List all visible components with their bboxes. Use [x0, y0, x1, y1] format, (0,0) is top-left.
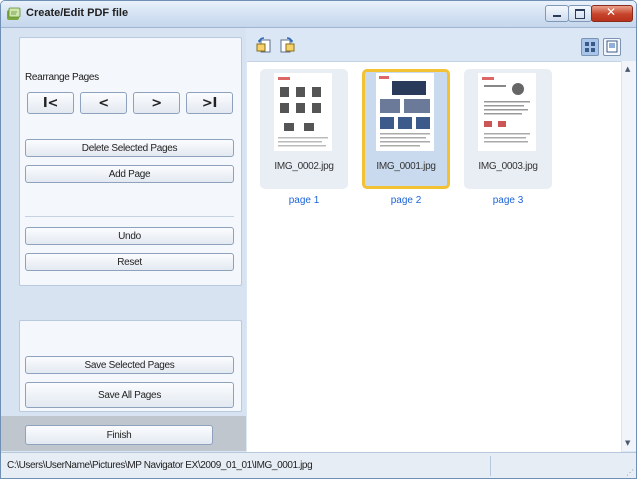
page-filename: IMG_0001.jpg	[376, 161, 436, 172]
page-thumbnail-selected[interactable]: IMG_0001.jpg	[362, 69, 450, 189]
move-to-last-button[interactable]: >I	[186, 92, 233, 114]
page-thumbnail[interactable]: IMG_0003.jpg	[464, 69, 552, 189]
pdf-app-icon	[7, 7, 21, 20]
separator	[25, 216, 234, 217]
delete-selected-pages-button[interactable]: Delete Selected Pages	[25, 139, 234, 157]
close-icon: ✕	[606, 5, 617, 19]
thumbnail-view-button[interactable]	[581, 38, 599, 56]
status-bar: C:\Users\UserName\Pictures\MP Navigator …	[1, 452, 636, 478]
save-selected-pages-button[interactable]: Save Selected Pages	[25, 356, 234, 374]
undo-button[interactable]: Undo	[25, 227, 234, 245]
page-preview	[478, 73, 536, 151]
reset-button[interactable]: Reset	[25, 253, 234, 271]
toolbar	[246, 28, 636, 62]
resize-grip-icon[interactable]: ⋰	[626, 468, 634, 477]
move-to-first-button[interactable]: I<	[27, 92, 74, 114]
close-button[interactable]: ✕	[591, 5, 633, 22]
add-page-button[interactable]: Add Page	[25, 165, 234, 183]
minimize-icon	[553, 15, 561, 17]
page-thumbnail[interactable]: IMG_0002.jpg	[260, 69, 348, 189]
scroll-down-icon[interactable]: ▼	[625, 439, 630, 447]
maximize-icon	[575, 9, 585, 19]
single-page-view-button[interactable]	[603, 38, 621, 56]
move-left-button[interactable]: <	[80, 92, 127, 114]
rotate-left-icon[interactable]	[255, 36, 273, 54]
rotate-right-icon[interactable]	[278, 36, 296, 54]
page-label: page 2	[390, 195, 422, 206]
vertical-scrollbar[interactable]: ▲ ▼	[621, 61, 636, 451]
page-preview	[274, 73, 332, 151]
minimize-button[interactable]	[545, 5, 569, 22]
move-right-button[interactable]: >	[133, 92, 180, 114]
rearrange-label: Rearrange Pages	[25, 72, 99, 83]
finish-button[interactable]: Finish	[25, 425, 213, 445]
maximize-button[interactable]	[568, 5, 592, 22]
pdf-editor-window: Create/Edit PDF file ✕ Rearrange Pages I…	[0, 0, 637, 479]
page-label: page 1	[288, 195, 320, 206]
window-title: Create/Edit PDF file	[26, 7, 129, 19]
page-filename: IMG_0003.jpg	[478, 161, 538, 172]
scroll-up-icon[interactable]: ▲	[625, 65, 630, 73]
status-file-path: C:\Users\UserName\Pictures\MP Navigator …	[7, 460, 313, 471]
page-preview	[376, 73, 434, 151]
page-filename: IMG_0002.jpg	[274, 161, 334, 172]
page-label: page 3	[492, 195, 524, 206]
single-page-view-icon	[606, 40, 618, 53]
title-bar[interactable]: Create/Edit PDF file ✕	[1, 1, 636, 28]
thumbnail-view-icon	[585, 42, 595, 52]
status-divider	[490, 456, 491, 476]
save-all-pages-button[interactable]: Save All Pages	[25, 382, 234, 408]
